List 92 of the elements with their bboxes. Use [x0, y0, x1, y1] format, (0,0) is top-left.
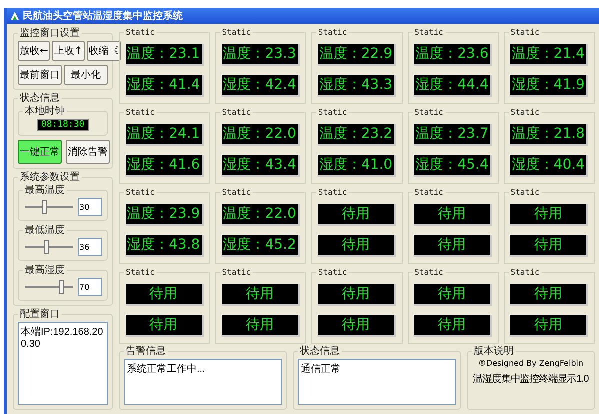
reading-display: 湿度：43.3: [318, 74, 396, 96]
window-title: 民航油头空管站温湿度集中监控系统: [23, 9, 183, 23]
group-label: 配置窗口: [19, 309, 61, 320]
reading-display: 温度：23.2: [318, 124, 396, 146]
value-field[interactable]: 30: [78, 198, 102, 216]
reading-display: 湿度：41.0: [318, 154, 396, 176]
group-label: 本地时钟: [24, 106, 66, 117]
reading-display: 待用: [414, 204, 492, 226]
panel-label: Static: [221, 188, 252, 197]
reading-display: 待用: [414, 314, 492, 336]
window-button[interactable]: 上收↑: [52, 41, 85, 61]
group-label: 系统参数设置: [19, 172, 81, 183]
window-button[interactable]: 最前窗口: [18, 65, 62, 85]
reading-display: 温度：23.7: [414, 124, 492, 146]
group-label: 版本说明: [473, 346, 515, 357]
reading-display: 湿度：41.4: [126, 74, 204, 96]
clock-display: 08:18:30: [37, 119, 89, 131]
reading-display: 待用: [318, 284, 396, 306]
slider-thumb[interactable]: [42, 200, 47, 214]
panel-label: Static: [510, 268, 541, 277]
state-text-area[interactable]: 通信正常: [298, 359, 456, 405]
reading-display: 温度：22.0: [222, 204, 300, 226]
panel-label: Static: [317, 108, 348, 117]
panel-label: Static: [510, 28, 541, 37]
reading-display: 温度：22.9: [318, 44, 396, 66]
panel-label: Static: [125, 108, 156, 117]
panel-label: Static: [221, 28, 252, 37]
reading-display: 待用: [222, 284, 300, 306]
value-field[interactable]: 70: [78, 278, 102, 296]
group-label: 告警信息: [125, 346, 167, 357]
reading-display: 温度：21.8: [510, 124, 588, 146]
reading-display: 待用: [222, 314, 300, 336]
reading-display: 待用: [414, 234, 492, 256]
window-button[interactable]: 放收←: [18, 41, 50, 61]
reading-display: 待用: [510, 284, 588, 306]
window-button[interactable]: 收缩《: [86, 41, 121, 61]
config-text-area[interactable]: 本端IP:192.168.200.30: [18, 322, 108, 405]
reading-display: 温度：23.6: [414, 44, 492, 66]
reading-display: 湿度：45.4: [414, 154, 492, 176]
reading-display: 待用: [414, 284, 492, 306]
reading-display: 温度：22.0: [222, 124, 300, 146]
panel-label: Static: [414, 188, 444, 197]
reading-display: 湿度：41.6: [126, 154, 204, 176]
panel-label: Static: [125, 28, 156, 37]
reading-display: 湿度：40.4: [510, 154, 588, 176]
reading-display: 湿度：45.2: [222, 234, 300, 256]
group-label: 最低温度: [24, 225, 66, 236]
app-icon: [10, 11, 20, 21]
version-text: 温湿度集中监控终端显示1.0: [473, 372, 589, 386]
group-label: 状态信息: [299, 346, 341, 357]
panel-label: Static: [317, 188, 348, 197]
reading-display: 待用: [510, 204, 588, 226]
panel-label: Static: [125, 268, 156, 277]
reading-display: 温度：23.1: [126, 44, 204, 66]
panel-label: Static: [317, 268, 348, 277]
reading-display: 待用: [510, 314, 588, 336]
panel-label: Static: [414, 268, 444, 277]
reading-display: 待用: [318, 314, 396, 336]
panel-label: Static: [414, 108, 444, 117]
value-field[interactable]: 36: [78, 238, 102, 256]
reading-display: 温度：23.9: [126, 204, 204, 226]
alarm-text-area[interactable]: 系统正常工作中...: [124, 359, 282, 405]
window-button[interactable]: 最小化: [64, 65, 108, 85]
panel-label: Static: [510, 108, 541, 117]
group-label: 最高温度: [24, 185, 66, 196]
reading-display: 湿度：43.4: [222, 154, 300, 176]
reading-display: 温度：23.3: [222, 44, 300, 66]
panel-label: Static: [221, 268, 252, 277]
panel-label: Static: [221, 108, 252, 117]
panel-label: Static: [317, 28, 348, 37]
slider-thumb[interactable]: [44, 240, 50, 254]
credit-text: ®Designed By ZengFeibin: [478, 359, 584, 368]
reading-display: 待用: [510, 234, 588, 256]
slider-thumb[interactable]: [58, 280, 64, 294]
reading-display: 待用: [126, 314, 204, 336]
reading-display: 待用: [126, 284, 204, 306]
action-button[interactable]: 消除告警: [66, 140, 110, 164]
reading-display: 待用: [318, 234, 396, 256]
reading-display: 湿度：42.4: [222, 74, 300, 96]
panel-label: Static: [414, 28, 444, 37]
reading-display: 温度：24.1: [126, 124, 204, 146]
reading-display: 温度：21.4: [510, 44, 588, 66]
reading-display: 待用: [318, 204, 396, 226]
group-label: 监控窗口设置: [19, 28, 81, 39]
action-button[interactable]: 一键正常: [18, 140, 62, 164]
panel-label: Static: [510, 188, 541, 197]
reading-display: 湿度：44.4: [414, 74, 492, 96]
group-label: 状态信息: [19, 93, 61, 104]
reading-display: 湿度：43.8: [126, 234, 204, 256]
panel-label: Static: [125, 188, 156, 197]
group-label: 最高湿度: [24, 265, 66, 276]
reading-display: 湿度：41.9: [510, 74, 588, 96]
